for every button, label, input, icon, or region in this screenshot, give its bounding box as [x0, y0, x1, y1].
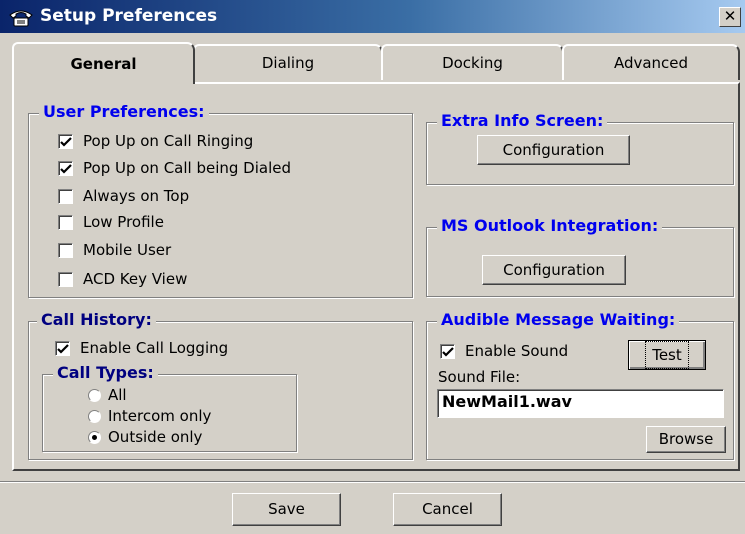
radio-label: Outside only: [108, 428, 203, 446]
button-label: Test: [645, 341, 689, 369]
title-bar: Setup Preferences ✕: [0, 0, 745, 33]
checkbox-label: Mobile User: [83, 241, 172, 259]
sound-file-input[interactable]: NewMail1.wav: [437, 389, 724, 418]
audible-message-waiting-title: Audible Message Waiting:: [437, 310, 680, 329]
call-types-group: Call Types: All Intercom only Outside on…: [42, 363, 297, 452]
call-history-group: Call History: Enable Call Logging Call T…: [28, 310, 413, 460]
checkbox-box: [55, 341, 70, 356]
tab-docking[interactable]: Docking: [381, 44, 564, 80]
window-title: Setup Preferences: [40, 6, 218, 26]
extra-info-screen-group: Extra Info Screen: Configuration: [426, 111, 734, 185]
checkbox-box: [440, 344, 455, 359]
sound-file-value: NewMail1.wav: [442, 392, 572, 411]
checkbox-box: [58, 243, 73, 258]
radio-selected-dot: [92, 435, 97, 440]
radio-label: All: [108, 386, 127, 404]
radio-circle: [88, 431, 101, 444]
checkbox-box: [58, 161, 73, 176]
telephone-icon: [8, 6, 34, 28]
checkbox-label: Always on Top: [83, 187, 190, 205]
checkbox-label: Enable Sound: [465, 342, 569, 360]
ms-outlook-integration-group: MS Outlook Integration: Configuration: [426, 216, 734, 297]
close-icon: ✕: [723, 7, 737, 25]
user-preferences-title: User Preferences:: [39, 102, 209, 121]
checkbox-label: Pop Up on Call being Dialed: [83, 159, 292, 177]
tab-label: Advanced: [613, 54, 689, 72]
button-label: Cancel: [422, 500, 473, 518]
sound-file-label: Sound File:: [438, 368, 521, 386]
ms-outlook-integration-title: MS Outlook Integration:: [437, 216, 663, 235]
extra-info-configuration-button[interactable]: Configuration: [477, 135, 630, 165]
checkbox-box: [58, 134, 73, 149]
checkbox-label: Low Profile: [83, 213, 164, 231]
checkbox-box: [58, 215, 73, 230]
tab-label: Dialing: [261, 54, 315, 72]
save-button[interactable]: Save: [232, 493, 341, 526]
button-label: Configuration: [502, 141, 605, 159]
footer-separator: [0, 481, 745, 483]
checkbox-box: [58, 189, 73, 204]
outlook-configuration-button[interactable]: Configuration: [482, 255, 626, 285]
tab-label: Docking: [442, 54, 503, 72]
call-types-title: Call Types:: [53, 363, 158, 382]
call-history-title: Call History:: [37, 310, 156, 329]
checkbox-label: Enable Call Logging: [80, 339, 229, 357]
checkbox-label: Pop Up on Call Ringing: [83, 132, 254, 150]
close-button[interactable]: ✕: [719, 7, 741, 27]
tab-advanced[interactable]: Advanced: [562, 44, 740, 80]
radio-label: Intercom only: [108, 407, 212, 425]
button-label: Browse: [658, 430, 714, 448]
extra-info-screen-title: Extra Info Screen:: [437, 111, 608, 130]
radio-circle: [88, 410, 101, 423]
radio-circle: [88, 389, 101, 402]
test-sound-button[interactable]: Test: [628, 340, 706, 370]
checkbox-box: [58, 272, 73, 287]
button-label: Save: [268, 500, 305, 518]
audible-message-waiting-group: Audible Message Waiting: Enable Sound Te…: [426, 310, 734, 460]
cancel-button[interactable]: Cancel: [393, 493, 502, 526]
browse-button[interactable]: Browse: [646, 426, 726, 453]
tab-label: General: [70, 55, 137, 73]
tab-dialing[interactable]: Dialing: [193, 44, 383, 80]
button-label: Configuration: [503, 261, 605, 279]
tab-general[interactable]: General: [12, 42, 195, 84]
checkbox-label: ACD Key View: [83, 270, 188, 288]
user-preferences-group: User Preferences: Pop Up on Call Ringing…: [28, 102, 413, 298]
